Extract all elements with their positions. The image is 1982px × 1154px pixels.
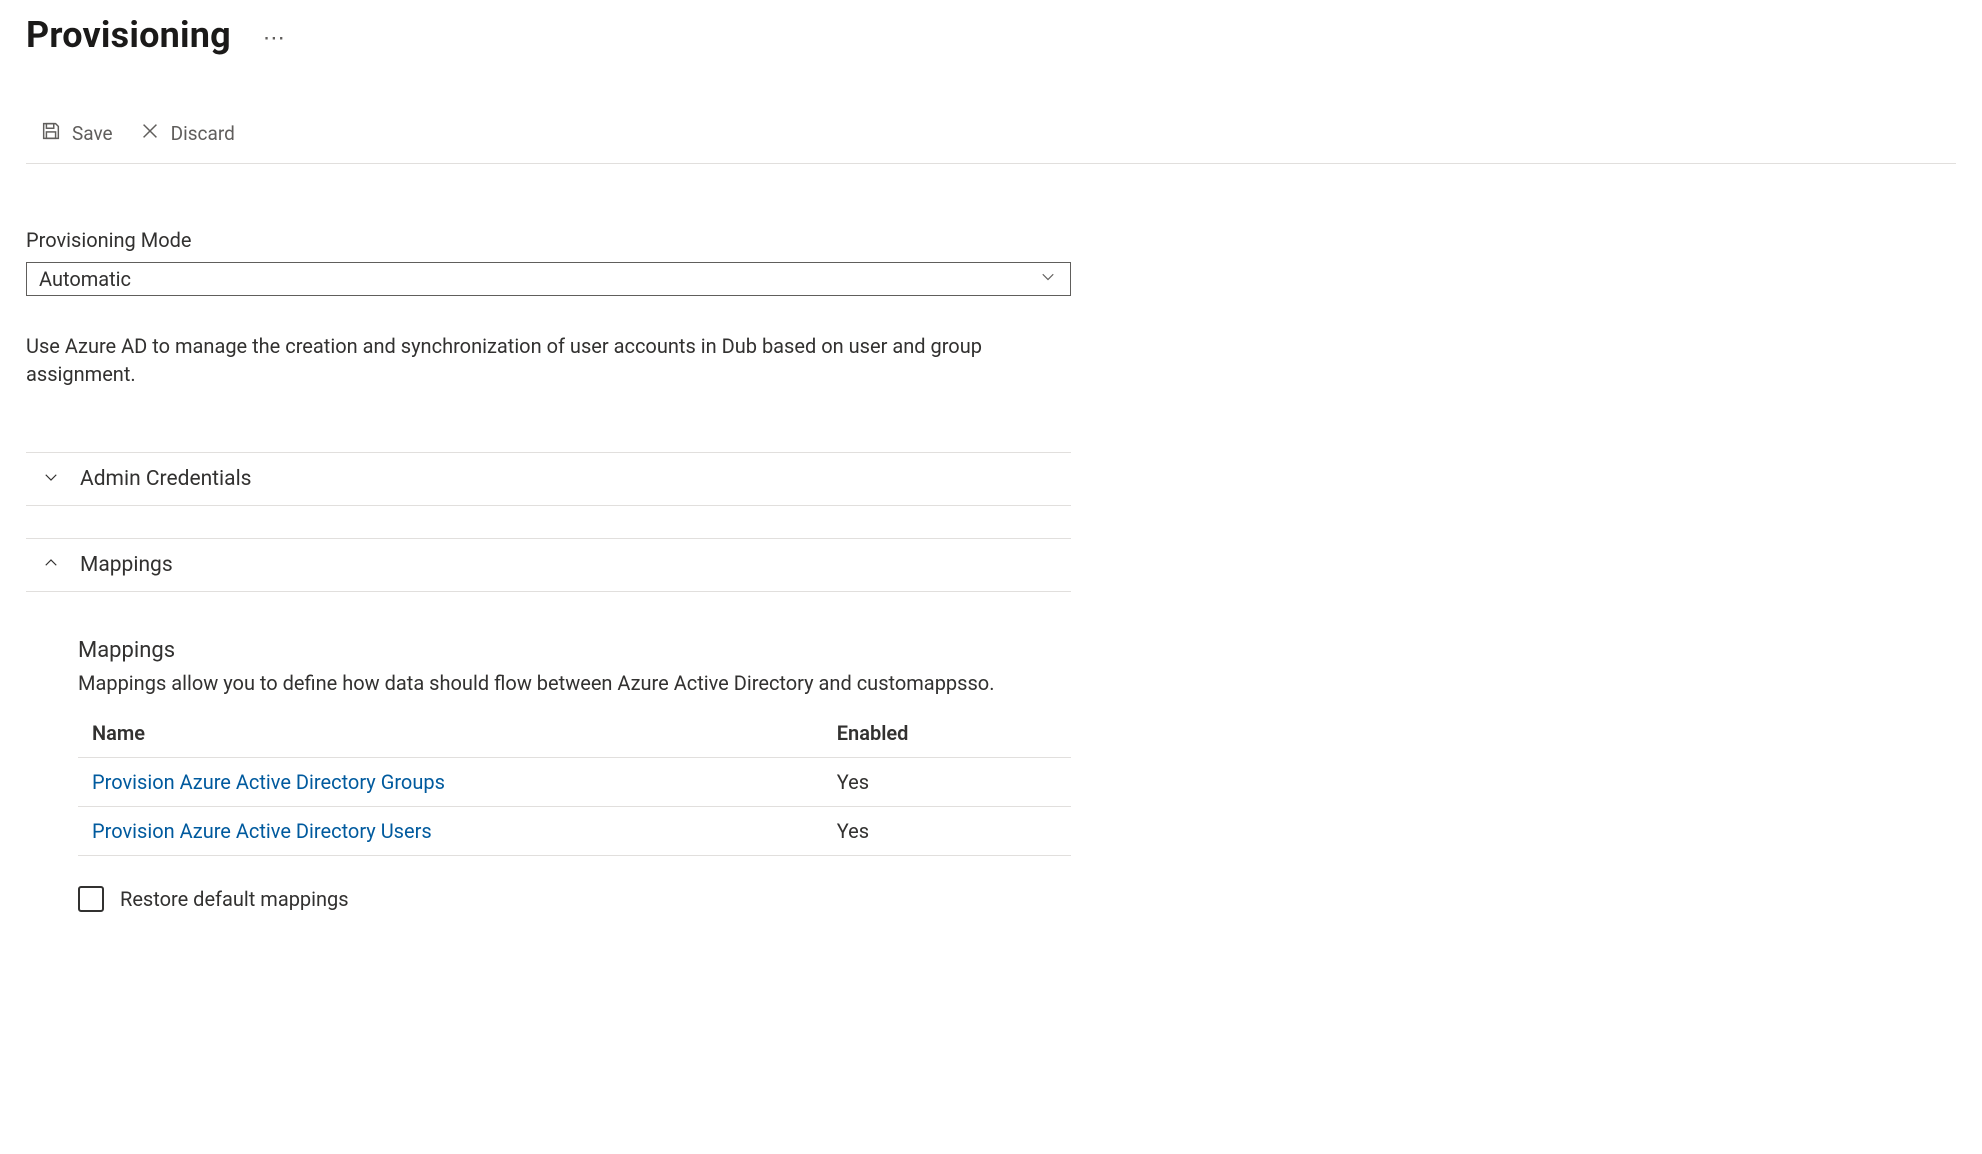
- mappings-description: Mappings allow you to define how data sh…: [78, 671, 1071, 695]
- section-admin-credentials-title: Admin Credentials: [80, 467, 252, 491]
- page-title: Provisioning: [26, 14, 231, 56]
- section-mappings-title: Mappings: [80, 553, 173, 577]
- save-icon: [40, 120, 62, 147]
- mappings-subtitle: Mappings: [78, 638, 1071, 663]
- mapping-enabled-value: Yes: [823, 807, 1071, 856]
- mapping-enabled-value: Yes: [823, 758, 1071, 807]
- chevron-up-icon: [42, 554, 60, 577]
- restore-row: Restore default mappings: [78, 886, 1071, 912]
- restore-default-checkbox[interactable]: [78, 886, 104, 912]
- table-row: Provision Azure Active Directory Groups …: [78, 758, 1071, 807]
- close-icon: [139, 120, 161, 147]
- col-enabled: Enabled: [823, 711, 1071, 758]
- mapping-link-groups[interactable]: Provision Azure Active Directory Groups: [92, 770, 445, 794]
- save-button[interactable]: Save: [38, 118, 115, 149]
- table-row: Provision Azure Active Directory Users Y…: [78, 807, 1071, 856]
- content-area: Provisioning Mode Automatic Use Azure AD…: [26, 228, 1071, 912]
- page-header: Provisioning ⋯: [26, 14, 1956, 56]
- provisioning-mode-label: Provisioning Mode: [26, 228, 1071, 252]
- more-actions-icon[interactable]: ⋯: [257, 22, 292, 56]
- provisioning-mode-select-wrap: Automatic: [26, 262, 1071, 296]
- provisioning-mode-description: Use Azure AD to manage the creation and …: [26, 332, 1071, 388]
- save-button-label: Save: [72, 122, 113, 145]
- discard-button[interactable]: Discard: [137, 118, 237, 149]
- mappings-table: Name Enabled Provision Azure Active Dire…: [78, 711, 1071, 856]
- col-name: Name: [78, 711, 823, 758]
- section-mappings[interactable]: Mappings: [26, 538, 1071, 592]
- chevron-down-icon: [42, 468, 60, 491]
- provisioning-mode-value: Automatic: [39, 267, 131, 291]
- table-header-row: Name Enabled: [78, 711, 1071, 758]
- section-admin-credentials[interactable]: Admin Credentials: [26, 452, 1071, 506]
- mappings-body: Mappings Mappings allow you to define ho…: [26, 592, 1071, 912]
- discard-button-label: Discard: [171, 122, 235, 145]
- provisioning-mode-select[interactable]: Automatic: [26, 262, 1071, 296]
- restore-default-label: Restore default mappings: [120, 887, 349, 911]
- toolbar: Save Discard: [26, 108, 1956, 164]
- mapping-link-users[interactable]: Provision Azure Active Directory Users: [92, 819, 432, 843]
